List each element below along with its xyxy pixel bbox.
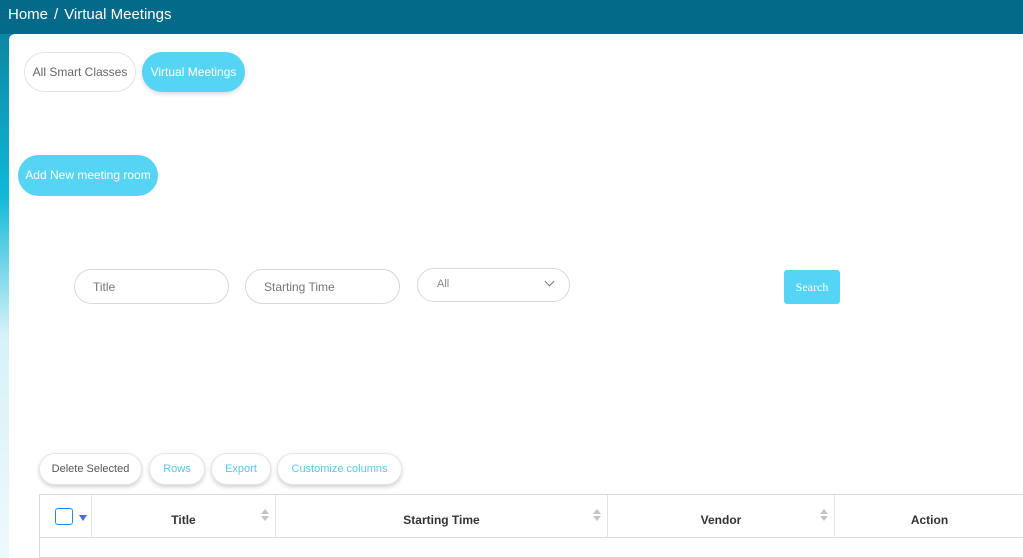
column-header-label: Title [171, 513, 196, 527]
vendor-select[interactable]: All [417, 268, 570, 302]
select-all-checkbox[interactable] [55, 508, 73, 525]
breadcrumb-separator: / [54, 6, 59, 23]
tab-virtual-meetings[interactable]: Virtual Meetings [142, 52, 245, 92]
column-header-action: Action [835, 495, 1023, 538]
starting-time-filter-input[interactable] [245, 269, 400, 304]
column-header-label: Vendor [700, 513, 742, 527]
main-panel: All Smart Classes Virtual Meetings Add N… [9, 34, 1023, 558]
select-all-header [40, 495, 92, 538]
column-header-label: Action [910, 513, 949, 527]
column-header-vendor[interactable]: Vendor [608, 495, 835, 538]
meetings-table: Title Starting Time Vendor Action [39, 494, 1023, 558]
caret-down-icon[interactable] [79, 515, 87, 521]
sort-icon[interactable] [820, 509, 828, 523]
chevron-down-icon [544, 276, 555, 287]
breadcrumb: Home / Virtual Meetings [8, 6, 171, 24]
delete-selected-button[interactable]: Delete Selected [39, 453, 142, 485]
column-header-label: Starting Time [403, 513, 480, 527]
sort-icon[interactable] [593, 509, 601, 523]
tab-all-smart-classes[interactable]: All Smart Classes [24, 52, 136, 92]
column-header-title[interactable]: Title [92, 495, 276, 538]
top-bar: Home / Virtual Meetings [0, 0, 1023, 34]
search-button[interactable]: Search [784, 270, 840, 304]
title-filter-input[interactable] [74, 269, 229, 304]
export-button[interactable]: Export [211, 453, 271, 485]
add-meeting-room-button[interactable]: Add New meeting room [18, 155, 158, 196]
breadcrumb-current: Virtual Meetings [64, 6, 172, 23]
column-header-starting-time[interactable]: Starting Time [276, 495, 608, 538]
sort-icon[interactable] [261, 509, 269, 523]
table-header: Title Starting Time Vendor Action [40, 495, 1023, 538]
rows-button[interactable]: Rows [149, 453, 205, 485]
customize-columns-button[interactable]: Customize columns [277, 453, 402, 485]
breadcrumb-home[interactable]: Home [8, 6, 48, 23]
vendor-select-value: All [437, 278, 450, 290]
